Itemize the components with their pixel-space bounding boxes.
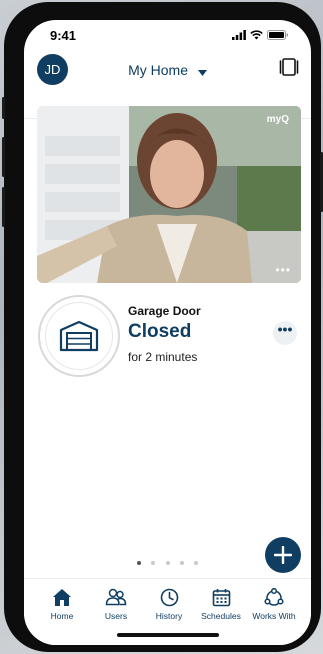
tab-history[interactable]: History bbox=[141, 586, 197, 621]
device-card[interactable]: Garage Door Closed for 2 minutes ••• bbox=[24, 295, 311, 385]
add-device-button[interactable] bbox=[265, 537, 301, 573]
caret-down-icon bbox=[197, 63, 207, 79]
partners-icon bbox=[246, 586, 302, 608]
device-more-button[interactable]: ••• bbox=[273, 321, 297, 345]
camera-more-icon[interactable]: ••• bbox=[275, 263, 291, 277]
myq-logo: myQ bbox=[266, 114, 289, 125]
tab-label-history: History bbox=[155, 611, 183, 621]
garage-door-icon bbox=[59, 320, 99, 352]
page-dot[interactable] bbox=[165, 561, 170, 565]
users-icon bbox=[88, 586, 144, 608]
house-icon bbox=[34, 586, 90, 608]
clock-icon bbox=[141, 586, 197, 608]
tab-label-schedules: Schedules bbox=[201, 611, 241, 621]
device-name: Garage Door bbox=[128, 304, 201, 318]
page-dot[interactable] bbox=[151, 561, 156, 565]
garage-door-toggle[interactable] bbox=[38, 295, 120, 377]
plus-icon bbox=[274, 546, 292, 564]
battery-icon bbox=[267, 30, 288, 40]
volume-up-button bbox=[2, 137, 5, 177]
page-dot[interactable] bbox=[194, 561, 199, 565]
bottom-tab-bar: Home Users History Schedules Works With bbox=[24, 578, 311, 645]
device-duration: for 2 minutes bbox=[128, 350, 198, 364]
tab-users[interactable]: Users bbox=[88, 586, 144, 621]
calendar-icon bbox=[193, 586, 249, 608]
app-header: JD My Home bbox=[24, 50, 311, 119]
app-screen: 9:41 JD My Home myQ ••• Garage Door Clos… bbox=[24, 20, 311, 645]
home-name: My Home bbox=[128, 62, 188, 78]
volume-down-button bbox=[2, 187, 5, 227]
tab-label-users: Users bbox=[104, 611, 128, 621]
tab-label-works-with: Works With bbox=[252, 611, 296, 621]
tab-label-home: Home bbox=[50, 611, 74, 621]
home-indicator[interactable] bbox=[117, 633, 219, 637]
device-cards-icon[interactable] bbox=[279, 58, 299, 81]
tab-schedules[interactable]: Schedules bbox=[193, 586, 249, 621]
home-selector[interactable]: My Home bbox=[24, 62, 311, 79]
tab-works-with[interactable]: Works With bbox=[246, 586, 302, 621]
wifi-icon bbox=[250, 30, 263, 40]
signal-icon bbox=[232, 30, 246, 40]
status-time: 9:41 bbox=[50, 28, 77, 43]
tab-home[interactable]: Home bbox=[34, 586, 90, 621]
garage-door-icon-wrap bbox=[45, 302, 113, 370]
device-state: Closed bbox=[128, 321, 192, 342]
phone-frame: 9:41 JD My Home myQ ••• Garage Door Clos… bbox=[2, 2, 323, 652]
camera-feed-image[interactable]: myQ ••• bbox=[37, 106, 301, 283]
page-dot[interactable] bbox=[136, 561, 141, 565]
camera-feed-scene bbox=[37, 106, 301, 283]
status-bar: 9:41 bbox=[24, 20, 311, 50]
page-dot[interactable] bbox=[179, 561, 184, 565]
status-icons bbox=[232, 30, 289, 40]
action-button bbox=[2, 97, 5, 119]
